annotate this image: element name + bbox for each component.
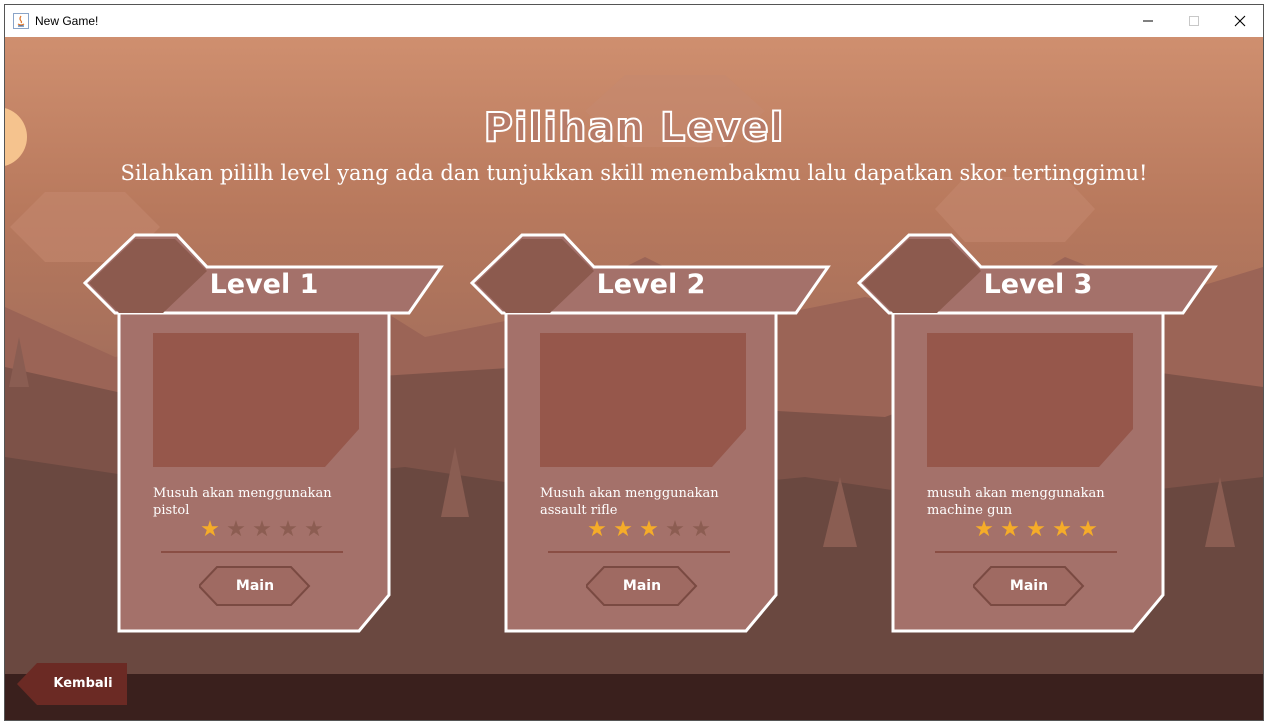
back-button[interactable]: Kembali xyxy=(17,663,127,705)
level-title: Level 1 xyxy=(209,269,319,300)
star-icon: ★ xyxy=(665,517,685,542)
minimize-icon xyxy=(1143,20,1153,22)
title-bar[interactable]: New Game! xyxy=(5,5,1263,37)
level-preview-image xyxy=(927,333,1133,467)
star-icon: ★ xyxy=(278,517,298,542)
page-title: Pilihan Level xyxy=(483,104,785,152)
level-title: Level 3 xyxy=(983,269,1093,300)
back-button-label: Kembali xyxy=(53,676,113,691)
star-icon: ★ xyxy=(226,517,246,542)
star-icon: ★ xyxy=(639,517,659,542)
close-icon xyxy=(1234,15,1246,27)
close-button[interactable] xyxy=(1217,5,1263,37)
level-preview-image xyxy=(540,333,746,467)
window-controls xyxy=(1125,5,1263,37)
star-icon: ★ xyxy=(587,517,607,542)
level-description: musuh akan menggunakan machine gun xyxy=(927,486,1105,518)
play-level-1-button[interactable]: Main xyxy=(199,565,311,607)
level-preview-image xyxy=(153,333,359,467)
level-title: Level 2 xyxy=(596,269,706,300)
star-icon: ★ xyxy=(974,517,994,542)
java-icon xyxy=(13,13,29,29)
maximize-icon xyxy=(1189,16,1199,26)
level-description: Musuh akan menggunakan pistol xyxy=(153,486,332,518)
play-level-3-button[interactable]: Main xyxy=(973,565,1085,607)
difficulty-stars: ★ ★ ★ ★ ★ xyxy=(199,519,325,541)
level-card-2: Level 2 Musuh akan menggunakan assault r… xyxy=(470,233,832,635)
star-icon: ★ xyxy=(613,517,633,542)
difficulty-stars: ★ ★ ★ ★ ★ xyxy=(973,519,1099,541)
divider xyxy=(548,551,730,553)
play-button-label: Main xyxy=(622,578,662,594)
bottom-bar xyxy=(5,674,1263,720)
divider xyxy=(161,551,343,553)
level-card-1: Level 1 Musuh akan menggunakan pistol ★ … xyxy=(83,233,445,635)
window-title: New Game! xyxy=(35,14,99,28)
divider xyxy=(935,551,1117,553)
star-icon: ★ xyxy=(252,517,272,542)
level-description: Musuh akan menggunakan assault rifle xyxy=(540,486,719,518)
star-icon: ★ xyxy=(1000,517,1020,542)
play-button-label: Main xyxy=(235,578,275,594)
game-window: New Game! Pilihan Level Silahkan pililh … xyxy=(4,4,1264,721)
difficulty-stars: ★ ★ ★ ★ ★ xyxy=(586,519,712,541)
game-canvas: Pilihan Level Silahkan pililh level yang… xyxy=(5,37,1263,720)
star-icon: ★ xyxy=(691,517,711,542)
star-icon: ★ xyxy=(1078,517,1098,542)
star-icon: ★ xyxy=(200,517,220,542)
star-icon: ★ xyxy=(304,517,324,542)
level-card-3: Level 3 musuh akan menggunakan machine g… xyxy=(857,233,1219,635)
minimize-button[interactable] xyxy=(1125,5,1171,37)
page-subtitle: Silahkan pililh level yang ada dan tunju… xyxy=(120,161,1148,185)
star-icon: ★ xyxy=(1026,517,1046,542)
play-level-2-button[interactable]: Main xyxy=(586,565,698,607)
star-icon: ★ xyxy=(1052,517,1072,542)
maximize-button[interactable] xyxy=(1171,5,1217,37)
play-button-label: Main xyxy=(1009,578,1049,594)
